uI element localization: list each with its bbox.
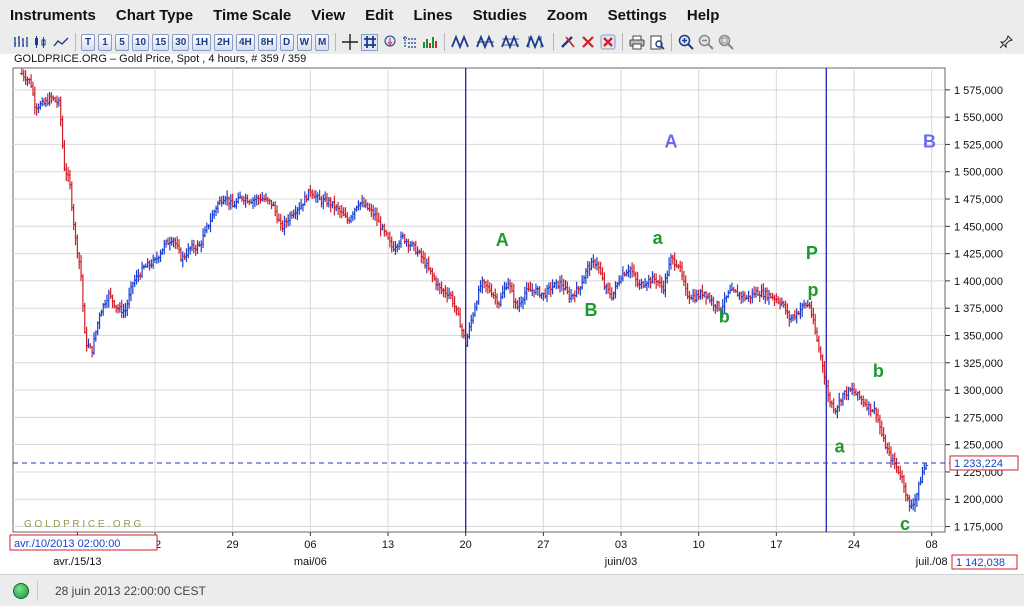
watermark: G O L D P R I C E . O R G — [24, 519, 141, 530]
wave-label: a — [653, 228, 664, 248]
wave-label: B — [585, 300, 598, 320]
time-tick-line1: 24 — [848, 539, 860, 551]
time-tick-line1: 06 — [304, 539, 316, 551]
price-tick-label: 1 575,000 — [954, 85, 1003, 97]
time-tick-line1: 20 — [460, 539, 472, 551]
price-tick-label: 1 350,000 — [954, 330, 1003, 342]
status-divider — [37, 580, 38, 601]
price-tick-label: 1 175,000 — [954, 522, 1003, 534]
cursor-price-label: 1 142,038 — [956, 557, 1005, 569]
price-tick-label: 1 525,000 — [954, 139, 1003, 151]
time-tick-line2: mai/06 — [294, 556, 327, 568]
price-tick-label: 1 200,000 — [954, 494, 1003, 506]
price-tick-label: 1 550,000 — [954, 112, 1003, 124]
time-tick-line2: avr./15/13 — [53, 556, 101, 568]
wave-label: c — [900, 514, 910, 534]
price-tick-label: 1 300,000 — [954, 385, 1003, 397]
cursor-time-label: avr./10/2013 02:00:00 — [14, 538, 120, 550]
price-tick-label: 1 500,000 — [954, 167, 1003, 179]
time-tick-line1: 17 — [770, 539, 782, 551]
time-tick-line1: 13 — [382, 539, 394, 551]
time-axis: 2229061320270310172408avr./15/13mai/06ju… — [53, 532, 948, 568]
time-tick-line1: 10 — [693, 539, 705, 551]
time-tick-line1: 03 — [615, 539, 627, 551]
wave-label: b — [719, 306, 730, 326]
wave-label: b — [873, 361, 884, 381]
wave-label: a — [835, 436, 846, 456]
status-datetime: 28 juin 2013 22:00:00 CEST — [55, 583, 206, 598]
price-tick-label: 1 275,000 — [954, 412, 1003, 424]
current-price-label: 1 233,224 — [954, 458, 1003, 470]
connection-status-icon — [13, 582, 29, 599]
time-tick-line1: 08 — [926, 539, 938, 551]
price-tick-label: 1 400,000 — [954, 276, 1003, 288]
price-tick-label: 1 325,000 — [954, 358, 1003, 370]
wave-label: A — [496, 230, 509, 250]
price-chart[interactable]: 1 575,000 1 550,000 1 525,000 1 500,000 1 47… — [0, 0, 1024, 574]
price-tick-label: 1 425,000 — [954, 249, 1003, 261]
price-tick-label: 1 450,000 — [954, 221, 1003, 233]
time-tick-line1: 27 — [537, 539, 549, 551]
price-tick-label: 1 475,000 — [954, 194, 1003, 206]
time-tick-line2: juin/03 — [604, 556, 637, 568]
price-tick-label: 1 250,000 — [954, 440, 1003, 452]
time-tick-line1: 29 — [227, 539, 239, 551]
time-tick-line2: juil./08 — [915, 556, 948, 568]
status-bar: 28 juin 2013 22:00:00 CEST — [0, 574, 1024, 606]
price-tick-label: 1 375,000 — [954, 303, 1003, 315]
wave-label: P — [806, 243, 818, 263]
wave-label: p — [807, 280, 818, 300]
wave-label: A — [664, 132, 677, 152]
wave-label: B — [923, 132, 936, 152]
